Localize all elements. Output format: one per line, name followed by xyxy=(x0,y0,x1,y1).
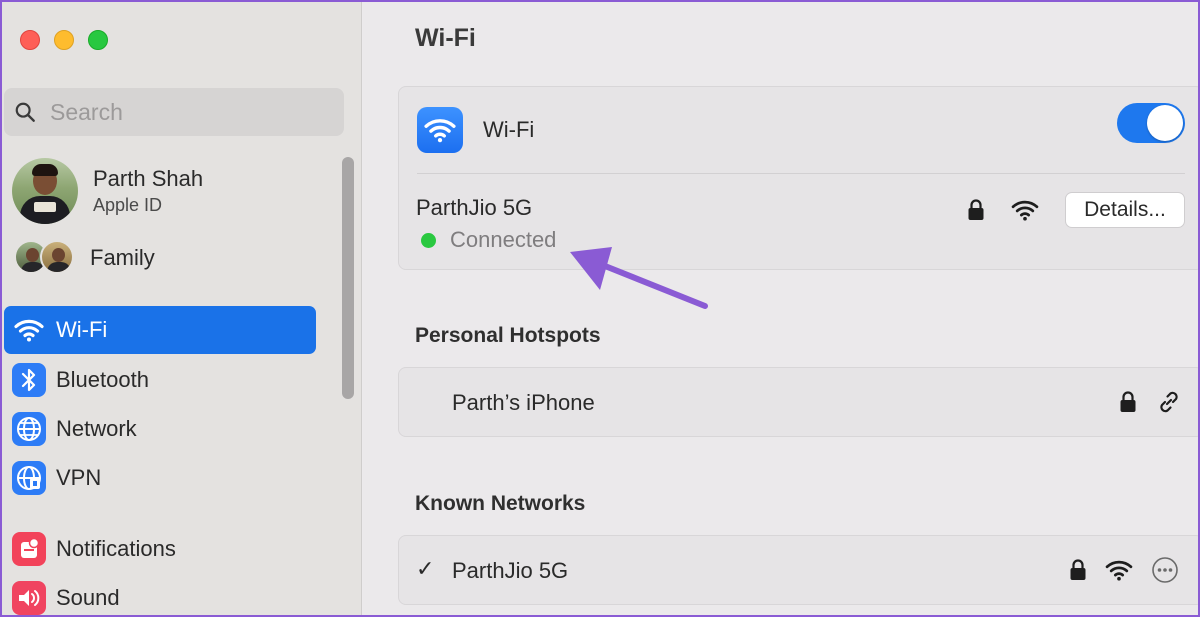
sidebar-item-label: Network xyxy=(56,416,137,441)
profile-subtitle: Apple ID xyxy=(93,195,163,215)
family-avatars xyxy=(14,240,76,276)
sidebar-scrollbar[interactable] xyxy=(342,157,354,399)
wifi-card: Wi-Fi ParthJio 5G Connected Details... xyxy=(398,86,1198,270)
hotspot-name[interactable]: Parth’s iPhone xyxy=(452,390,595,416)
search-icon xyxy=(15,102,35,122)
sidebar-item-notifications[interactable]: Notifications xyxy=(4,525,316,573)
section-title-personal-hotspots: Personal Hotspots xyxy=(415,324,601,347)
close-window-button[interactable] xyxy=(20,30,40,50)
sidebar-item-label: Notifications xyxy=(56,536,176,561)
sidebar-item-label: Sound xyxy=(56,585,120,610)
sidebar-item-vpn[interactable]: VPN xyxy=(4,454,316,502)
sidebar-item-bluetooth[interactable]: Bluetooth xyxy=(4,356,316,404)
main-pane: Wi-Fi Wi-Fi ParthJio 5G Connected Detail… xyxy=(363,2,1198,615)
lock-icon xyxy=(1070,559,1086,580)
sidebar-item-network[interactable]: Network xyxy=(4,405,316,453)
profile-name: Parth Shah xyxy=(93,166,204,191)
hotspot-card: Parth’s iPhone xyxy=(398,367,1198,437)
speaker-icon xyxy=(12,581,46,615)
wifi-label: Wi-Fi xyxy=(483,117,535,142)
zoom-window-button[interactable] xyxy=(88,30,108,50)
toggle-knob xyxy=(1147,105,1183,141)
status-dot-icon xyxy=(421,232,436,248)
more-options-icon[interactable] xyxy=(1151,556,1179,584)
sidebar-item-family[interactable]: Family xyxy=(14,240,155,276)
sidebar-item-label: VPN xyxy=(56,465,102,490)
connection-status: Connected xyxy=(421,227,556,253)
vpn-globe-icon xyxy=(12,461,46,495)
wifi-toggle[interactable] xyxy=(1117,103,1185,143)
globe-icon xyxy=(12,412,46,446)
connected-network-name: ParthJio 5G xyxy=(416,195,533,220)
sidebar-item-wifi[interactable]: Wi-Fi xyxy=(4,306,316,354)
apple-id-profile[interactable]: Parth Shah Apple ID xyxy=(12,158,203,224)
sidebar-item-sound[interactable]: Sound xyxy=(4,574,316,615)
search-input[interactable]: Search xyxy=(4,88,344,136)
status-text: Connected xyxy=(450,227,557,252)
minimize-window-button[interactable] xyxy=(54,30,74,50)
divider xyxy=(417,173,1185,174)
wifi-icon xyxy=(417,107,463,153)
known-networks-card: ✓ ParthJio 5G xyxy=(398,535,1198,605)
link-icon xyxy=(1160,391,1178,413)
traffic-lights xyxy=(20,30,108,50)
known-network-name[interactable]: ParthJio 5G xyxy=(452,558,568,584)
wifi-icon xyxy=(12,313,46,347)
lock-icon xyxy=(1120,391,1136,412)
section-title-known-networks: Known Networks xyxy=(415,492,586,515)
settings-window: Search Parth Shah Apple ID Family Wi-Fi … xyxy=(0,0,1200,617)
family-label: Family xyxy=(90,245,155,270)
search-placeholder: Search xyxy=(50,98,123,125)
wifi-signal-icon xyxy=(1011,200,1039,221)
sidebar-item-label: Bluetooth xyxy=(56,367,149,392)
avatar xyxy=(12,158,78,224)
lock-icon xyxy=(968,199,984,220)
wifi-signal-icon xyxy=(1105,560,1133,581)
bluetooth-icon xyxy=(12,363,46,397)
details-button[interactable]: Details... xyxy=(1065,192,1185,228)
checkmark-icon: ✓ xyxy=(416,556,435,581)
sidebar-item-label: Wi-Fi xyxy=(56,317,108,342)
sidebar: Search Parth Shah Apple ID Family Wi-Fi … xyxy=(2,2,362,615)
bell-icon xyxy=(12,532,46,566)
page-title: Wi-Fi xyxy=(415,24,476,52)
wifi-toggle-row: Wi-Fi xyxy=(417,107,534,153)
